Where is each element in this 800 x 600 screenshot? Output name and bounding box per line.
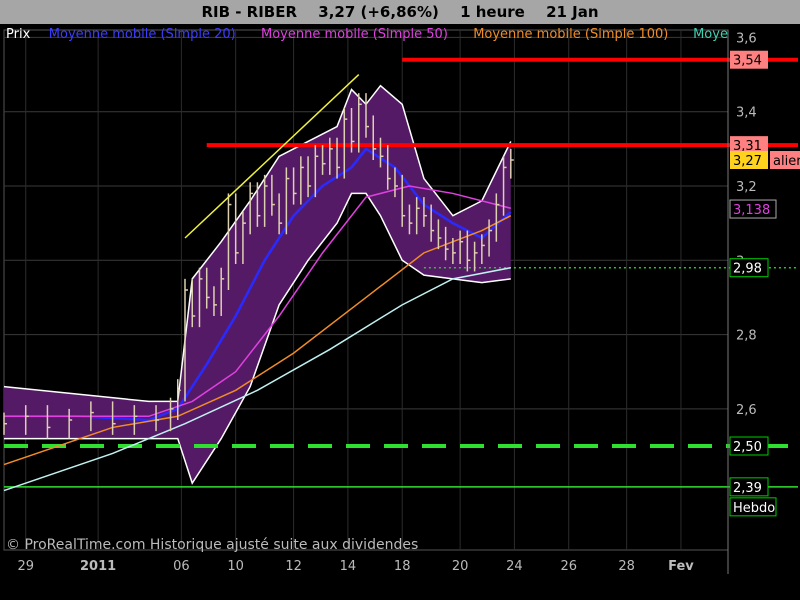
price-tag-label: alier: [773, 154, 800, 169]
price-chart[interactable]: 2,62,833,23,43,6292011061012141820242628…: [0, 24, 800, 600]
x-tick-label: 12: [285, 559, 302, 574]
legend-item: Prix: [6, 27, 31, 42]
y-tick-label: 3,6: [736, 31, 757, 46]
y-tick-label: 2,6: [736, 403, 757, 418]
x-tick-label: 29: [17, 559, 34, 574]
price-tag-label: 2,98: [733, 262, 762, 277]
copyright-footer: © ProRealTime.com Historique ajusté suit…: [6, 537, 418, 553]
x-tick-label: 20: [452, 559, 469, 574]
timeframe-label: 1 heure: [460, 3, 525, 21]
y-tick-label: 3,4: [736, 106, 757, 121]
legend-item: Moyenne mobile (Simple 50): [261, 27, 448, 42]
x-tick-label: Fev: [668, 559, 694, 574]
x-tick-label: 26: [560, 559, 577, 574]
y-tick-label: 2,8: [736, 329, 757, 344]
legend-item: Moye: [693, 27, 728, 42]
y-tick-label: 3,2: [736, 180, 757, 195]
legend: Prix Moyenne mobile (Simple 20) Moyenne mo…: [6, 27, 728, 42]
x-tick-label: 10: [227, 559, 244, 574]
x-tick-label: 06: [173, 559, 190, 574]
date-label: 21 Jan: [546, 3, 599, 21]
price-tag-label: 3,138: [733, 203, 770, 218]
x-tick-label: 28: [618, 559, 635, 574]
symbol-label: RIB - RIBER: [201, 3, 298, 21]
legend-item: Moyenne mobile (Simple 20): [49, 27, 236, 42]
x-tick-label: 18: [394, 559, 411, 574]
price-tag-label: 3,54: [733, 54, 762, 69]
price-change-label: 3,27 (+6,86%): [318, 3, 439, 21]
price-tag-label: Hebdo: [733, 501, 775, 516]
legend-item: Moyenne mobile (Simple 100): [473, 27, 668, 42]
x-tick-label: 24: [506, 559, 523, 574]
price-tag-label: 2,50: [733, 440, 762, 455]
x-tick-label: 14: [340, 559, 357, 574]
x-tick-label: 2011: [80, 559, 116, 574]
price-tag-label: 3,27: [733, 154, 762, 169]
chart-title-bar: RIB - RIBER 3,27 (+6,86%) 1 heure 21 Jan: [0, 0, 800, 24]
price-tag-label: 2,39: [733, 481, 762, 496]
